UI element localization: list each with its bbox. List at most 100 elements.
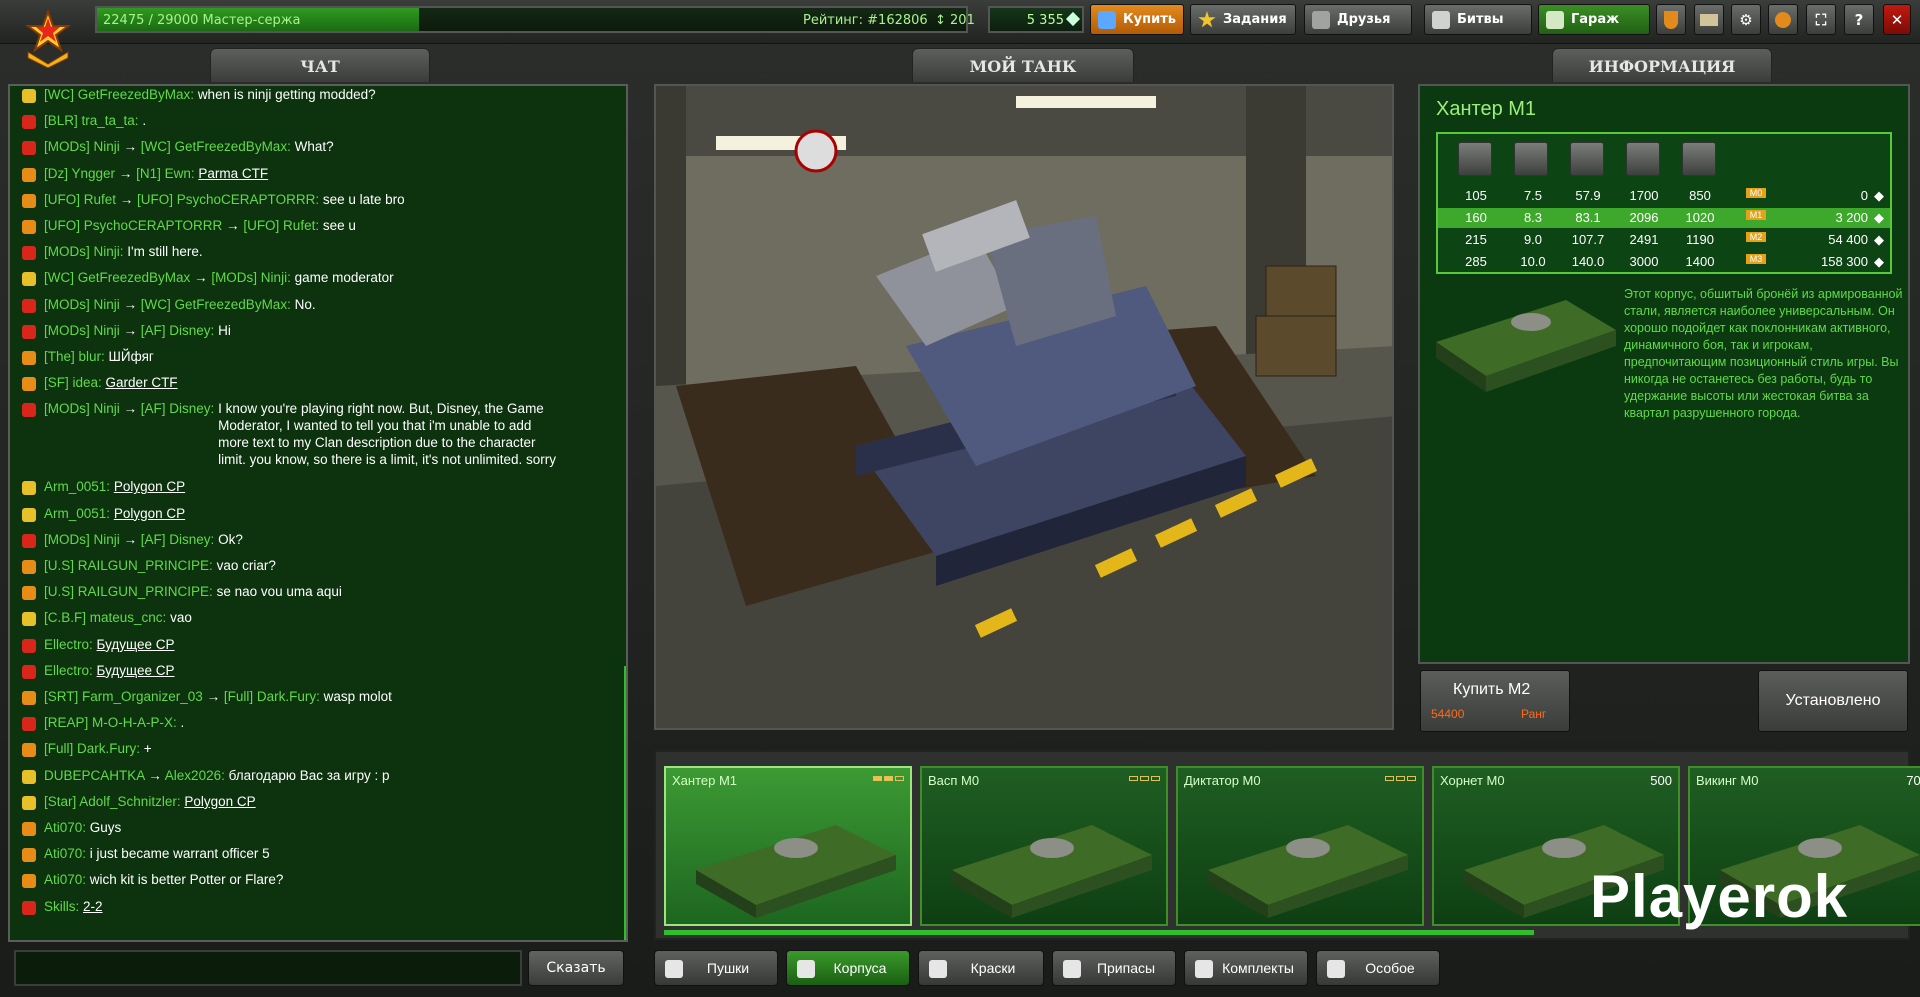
chat-sender[interactable]: [WC] GetFreezedByMax [44, 270, 190, 285]
chat-sender[interactable]: Ati070: [44, 872, 86, 887]
garage-item[interactable]: Хантер M1 [664, 766, 912, 926]
chat-sender[interactable]: [U.S] RAILGUN_PRINCIPE: [44, 558, 213, 573]
chat-recipient[interactable]: [AF] Disney: [141, 401, 215, 416]
tab-supplies[interactable]: Припасы [1052, 950, 1176, 986]
rank-icon[interactable] [18, 8, 78, 68]
tab-label: Пушки [706, 960, 750, 976]
arrow-icon: → [202, 689, 224, 705]
tab-kits[interactable]: Комплекты [1184, 950, 1308, 986]
chat-message: [UFO] PsychoCERAPTORRR → [UFO] Rufet: se… [22, 213, 612, 239]
chat-recipient[interactable]: [AF] Disney: [141, 532, 215, 547]
chat-recipient[interactable]: [Full] Dark.Fury: [224, 689, 320, 704]
chat-sender[interactable]: [UFO] Rufet [44, 192, 116, 207]
stat-value: 850 [1689, 188, 1711, 203]
chat-sender[interactable]: [MODs] Ninji [44, 532, 120, 547]
chat-recipient[interactable]: [N1] Ewn: [136, 166, 195, 181]
chat-sender[interactable]: Arm_0051: [44, 506, 110, 521]
chat-sender[interactable]: [MODs] Ninji [44, 139, 120, 154]
chat-text[interactable]: Будущее CP [97, 637, 175, 652]
buy-button[interactable]: Купить [1090, 4, 1184, 35]
chat-input[interactable] [14, 950, 522, 986]
chat-sender[interactable]: [SF] idea: [44, 375, 102, 390]
chat-sender[interactable]: DUBEPCAHTKA [44, 768, 145, 783]
tab-weapons[interactable]: Пушки [654, 950, 778, 986]
chat-sender[interactable]: Ati070: [44, 820, 86, 835]
rank-badge-icon [22, 769, 36, 784]
chat-recipient[interactable]: [WC] GetFreezedByMax: [141, 139, 291, 154]
garage-scrollbar[interactable] [664, 930, 1534, 935]
chat-text: . [180, 715, 185, 731]
chat-sender[interactable]: [BLR] tra_ta_ta: [44, 113, 139, 128]
tab-hulls[interactable]: Корпуса [786, 950, 910, 986]
tab-info[interactable]: ИНФОРМАЦИЯ [1552, 48, 1772, 82]
sound-icon[interactable] [1768, 4, 1798, 35]
medal-icon[interactable] [1656, 4, 1686, 35]
fullscreen-icon[interactable]: ⛶ [1806, 4, 1836, 35]
chat-sender[interactable]: [MODs] Ninji [44, 323, 120, 338]
chat-text: wich kit is better Potter or Flare? [89, 872, 284, 888]
chat-text[interactable]: Garder CTF [106, 375, 178, 390]
tab-my-tank[interactable]: МОЙ ТАНК [912, 48, 1134, 82]
rank-badge-icon [22, 612, 36, 627]
chat-text[interactable]: Будущее CP [97, 663, 175, 678]
chat-text[interactable]: 2-2 [83, 899, 103, 914]
chat-sender[interactable]: [MODs] Ninji: [44, 244, 124, 259]
missions-button[interactable]: Задания [1190, 4, 1296, 35]
chat-sender[interactable]: [C.B.F] mateus_cnc: [44, 610, 166, 625]
chat-text[interactable]: Parma CTF [198, 166, 268, 181]
stats-row[interactable]: 105 7.5 57.9 1700 850 M0 0 ◆ [1438, 186, 1890, 206]
chat-text[interactable]: Polygon CP [184, 794, 255, 809]
chat-sender[interactable]: Skills: [44, 899, 79, 914]
chat-text: No. [294, 296, 316, 312]
modification-badge: M3 [1746, 254, 1766, 264]
say-button[interactable]: Сказать [528, 950, 624, 986]
chat-scrollbar[interactable] [624, 666, 626, 940]
chat-sender[interactable]: Ellectro: [44, 637, 93, 652]
buy-upgrade-button[interactable]: Купить M2 54400 Ранг [1420, 670, 1570, 732]
chat-text[interactable]: Polygon CP [114, 479, 185, 494]
tank-icon[interactable] [1694, 4, 1724, 35]
installed-button[interactable]: Установлено [1758, 670, 1908, 732]
chat-sender[interactable]: [Star] Adolf_Schnitzler: [44, 794, 181, 809]
garage-item[interactable]: Васп M0 [920, 766, 1168, 926]
chat-sender[interactable]: [U.S] RAILGUN_PRINCIPE: [44, 584, 213, 599]
close-button[interactable]: ✕ [1883, 4, 1911, 35]
battles-button[interactable]: Битвы [1424, 4, 1532, 35]
chat-sender[interactable]: [MODs] Ninji [44, 297, 120, 312]
buy-upgrade-price: 54400 [1431, 707, 1465, 721]
chat-text: Hi [218, 322, 231, 338]
rank-badge-icon [22, 664, 36, 679]
chat-sender[interactable]: [REAP] M-O-H-A-P-X: [44, 715, 177, 730]
stats-row[interactable]: 285 10.0 140.0 3000 1400 M3 158 300 ◆ [1438, 252, 1890, 272]
chat-sender[interactable]: Ati070: [44, 846, 86, 861]
chat-sender[interactable]: [SRT] Farm_Organizer_03 [44, 689, 203, 704]
chat-recipient[interactable]: [UFO] PsychoCERAPTORRR: [137, 192, 319, 207]
chat-sender[interactable]: Arm_0051: [44, 479, 110, 494]
chat-recipient[interactable]: Alex2026: [165, 768, 225, 783]
tab-paints[interactable]: Краски [918, 950, 1044, 986]
chat-text[interactable]: Polygon CP [114, 506, 185, 521]
tab-special[interactable]: Особое [1316, 950, 1440, 986]
garage-item[interactable]: Диктатор M0 [1176, 766, 1424, 926]
chat-sender[interactable]: [MODs] Ninji [44, 401, 120, 416]
friends-button[interactable]: Друзья [1304, 4, 1412, 35]
chat-sender[interactable]: [Dz] Yngger [44, 166, 115, 181]
chat-message: [Full] Dark.Fury: + [22, 736, 612, 762]
chat-sender[interactable]: Ellectro: [44, 663, 93, 678]
chat-recipient[interactable]: [WC] GetFreezedByMax: [141, 297, 291, 312]
swords-icon [1432, 11, 1450, 29]
help-button[interactable]: ? [1844, 4, 1874, 35]
settings-icon[interactable]: ⚙ [1731, 4, 1761, 35]
chat-recipient[interactable]: [AF] Disney: [141, 323, 215, 338]
garage-button[interactable]: Гараж [1538, 4, 1650, 35]
chat-sender[interactable]: [Full] Dark.Fury: [44, 741, 140, 756]
chat-recipient[interactable]: [MODs] Ninji: [211, 270, 291, 285]
stats-row[interactable]: 160 8.3 83.1 2096 1020 M1 3 200 ◆ [1438, 208, 1890, 228]
tab-chat[interactable]: ЧАТ [210, 48, 430, 82]
chat-sender[interactable]: [The] blur: [44, 349, 105, 364]
stats-row[interactable]: 215 9.0 107.7 2491 1190 M2 54 400 ◆ [1438, 230, 1890, 250]
stat-value: 285 [1465, 254, 1487, 269]
chat-sender[interactable]: [WC] GetFreezedByMax: [44, 87, 194, 102]
chat-sender[interactable]: [UFO] PsychoCERAPTORRR [44, 218, 222, 233]
chat-recipient[interactable]: [UFO] Rufet: [243, 218, 319, 233]
